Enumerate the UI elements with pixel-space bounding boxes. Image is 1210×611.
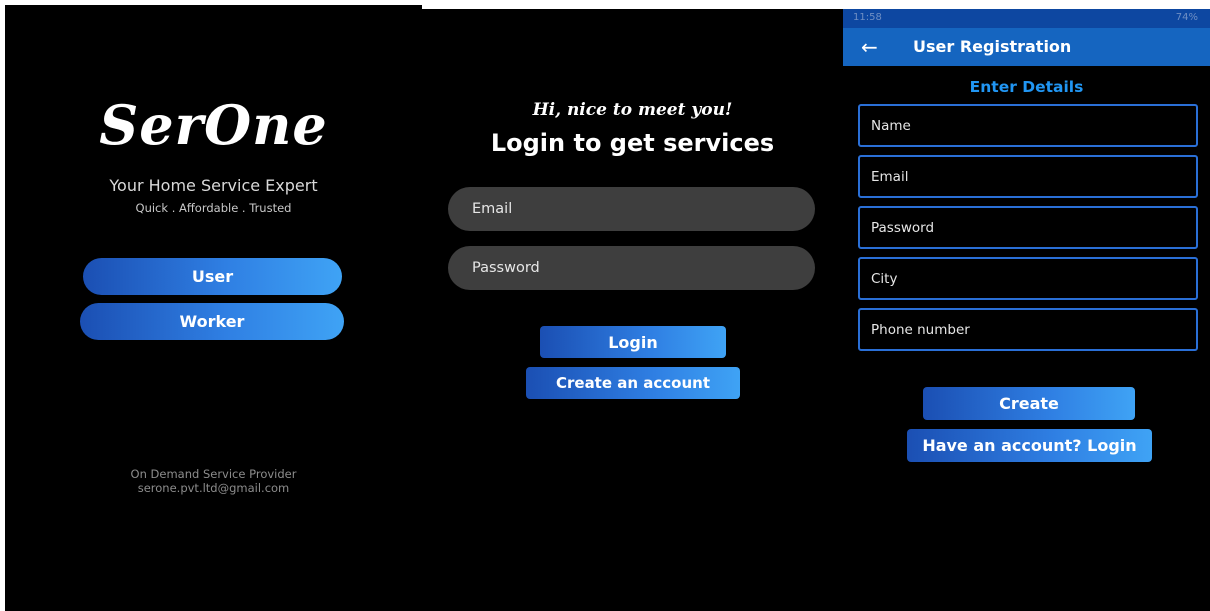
greeting: Hi, nice to meet you! [532,100,733,120]
phone-field[interactable]: Phone number [858,308,1198,351]
back-arrow-icon[interactable]: ← [861,35,878,59]
email-field[interactable]: Email [858,155,1198,198]
login-button[interactable]: Login [540,326,726,358]
create-button[interactable]: Create [923,387,1135,420]
email-placeholder: Email [871,168,909,185]
section-title: Enter Details [969,78,1084,96]
splash-screen: SerOne Your Home Service Expert Quick . … [5,5,422,611]
password-placeholder: Password [472,260,540,276]
tagline: Your Home Service Expert [109,176,318,195]
subtagline: Quick . Affordable . Trusted [135,201,292,215]
phone-placeholder: Phone number [871,321,970,338]
footer-company: On Demand Service Provider [130,467,297,481]
login-screen: Hi, nice to meet you! Login to get servi… [422,9,843,611]
create-account-button[interactable]: Create an account [526,367,740,399]
user-button[interactable]: User [83,258,342,295]
login-title: Login to get services [490,129,775,157]
status-time: 11:58 [853,12,882,23]
status-bar: 11:58 74% [843,9,1210,28]
name-field[interactable]: Name [858,104,1198,147]
password-placeholder: Password [871,219,935,236]
registration-screen: 11:58 74% ← User Registration Enter Deta… [843,9,1210,611]
city-field[interactable]: City [858,257,1198,300]
appbar-title: User Registration [913,37,1072,56]
app-bar: ← User Registration [843,28,1210,66]
name-placeholder: Name [871,117,911,134]
have-account-login-button[interactable]: Have an account? Login [907,429,1152,462]
status-battery: 74% [1175,12,1198,23]
footer-email: serone.pvt.ltd@gmail.com [137,481,290,495]
email-input[interactable]: Email [448,187,815,231]
password-field[interactable]: Password [858,206,1198,249]
worker-button[interactable]: Worker [80,303,344,340]
email-placeholder: Email [472,201,513,217]
city-placeholder: City [871,270,898,287]
app-logo: SerOne [99,93,328,157]
password-input[interactable]: Password [448,246,815,290]
